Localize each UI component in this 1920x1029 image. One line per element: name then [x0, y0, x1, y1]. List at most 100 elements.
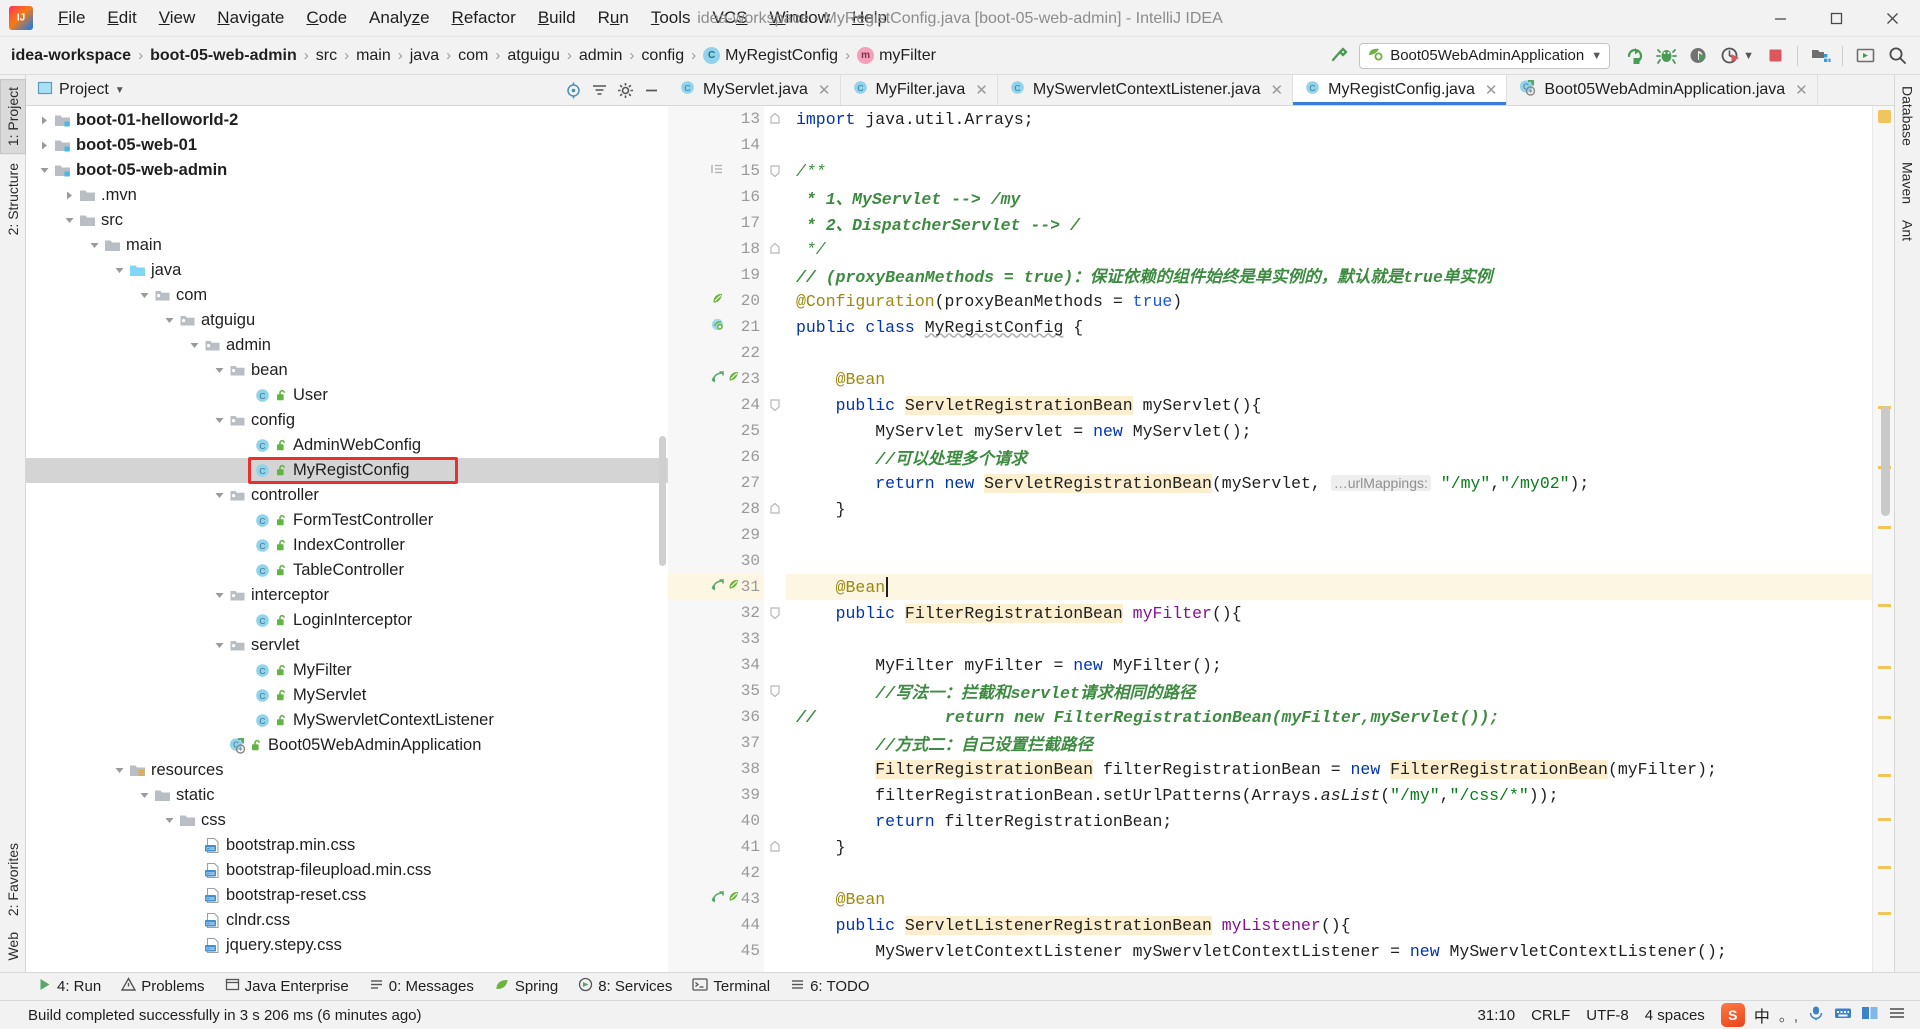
- chevron-right-icon[interactable]: [36, 140, 52, 151]
- stop-icon[interactable]: [1760, 41, 1790, 71]
- minimize-button[interactable]: [1752, 0, 1808, 37]
- bottom-tool-window-strip[interactable]: 4: RunProblemsJava Enterprise0: Messages…: [0, 972, 1920, 1000]
- tree-node-mvn[interactable]: .mvn: [26, 183, 668, 208]
- updates-icon[interactable]: [1850, 41, 1880, 71]
- tree-node-adminwebconfig[interactable]: CAdminWebConfig: [26, 433, 668, 458]
- editor-tab-myswervletcontextlistener[interactable]: CMySwervletContextListener.java✕: [998, 75, 1293, 105]
- line-number[interactable]: 35: [668, 678, 764, 704]
- menu-run[interactable]: Run: [587, 4, 640, 32]
- line-number[interactable]: 23: [668, 366, 764, 392]
- tool-window-messages[interactable]: 0: Messages: [360, 975, 483, 998]
- sidebar-item-ant[interactable]: Ant: [1896, 213, 1920, 248]
- code-line[interactable]: MyFilter myFilter = new MyFilter();: [786, 652, 1872, 678]
- tree-node-boot-05-web-01[interactable]: boot-05-web-01: [26, 133, 668, 158]
- code-line[interactable]: [786, 132, 1872, 158]
- tree-node-java[interactable]: java: [26, 258, 668, 283]
- sidebar-item-web[interactable]: Web: [1, 925, 25, 968]
- error-stripe-mark[interactable]: [1878, 912, 1891, 915]
- implemented-method-gutter-icon[interactable]: [710, 889, 725, 909]
- line-number[interactable]: 15: [668, 158, 764, 184]
- breadcrumb-item-2[interactable]: src: [316, 47, 337, 65]
- line-number[interactable]: 42: [668, 860, 764, 886]
- menu-navigate[interactable]: Navigate: [206, 4, 295, 32]
- editor-tab-bar[interactable]: CMyServlet.java✕CMyFilter.java✕CMySwervl…: [668, 75, 1894, 106]
- error-stripe-markers[interactable]: [1872, 106, 1894, 972]
- tree-node-boot-05-web-admin[interactable]: boot-05-web-admin: [26, 158, 668, 183]
- sidebar-item-project[interactable]: 1: Project: [0, 79, 26, 154]
- line-number[interactable]: 13: [668, 106, 764, 132]
- code-line[interactable]: [786, 548, 1872, 574]
- ime-punctuation-icon[interactable]: 。,: [1779, 1005, 1798, 1026]
- code-line[interactable]: @Bean: [786, 886, 1872, 912]
- tree-node-jquery-stepy-css[interactable]: cssjquery.stepy.css: [26, 933, 668, 958]
- code-line[interactable]: return filterRegistrationBean;: [786, 808, 1872, 834]
- tree-node-bootstrap-reset-css[interactable]: cssbootstrap-reset.css: [26, 883, 668, 908]
- breadcrumb-item-1[interactable]: boot-05-web-admin: [150, 47, 297, 65]
- error-stripe-mark[interactable]: [1878, 716, 1891, 719]
- line-number[interactable]: 36: [668, 704, 764, 730]
- spring-bean-gutter-icon[interactable]: [726, 369, 741, 389]
- chevron-down-icon[interactable]: [186, 340, 202, 351]
- chevron-down-icon[interactable]: ▼: [115, 85, 125, 96]
- code-line[interactable]: public FilterRegistrationBean myFilter()…: [786, 600, 1872, 626]
- menu-help[interactable]: Help: [841, 4, 898, 32]
- editor-scrollbar-thumb[interactable]: [1881, 406, 1890, 516]
- ime-keyboard-icon[interactable]: [1834, 1005, 1852, 1025]
- code-line[interactable]: @Bean: [786, 366, 1872, 392]
- locate-icon[interactable]: [562, 79, 584, 101]
- search-everywhere-icon[interactable]: [1882, 41, 1912, 71]
- code-line[interactable]: // return new FilterRegistrationBean(myF…: [786, 704, 1872, 730]
- chevron-down-icon[interactable]: [86, 240, 102, 251]
- implemented-method-gutter-icon[interactable]: [710, 369, 725, 389]
- line-number[interactable]: 41: [668, 834, 764, 860]
- sogou-ime-logo-icon[interactable]: S: [1721, 1003, 1745, 1027]
- maximize-button[interactable]: [1808, 0, 1864, 37]
- close-icon[interactable]: ✕: [1271, 81, 1284, 99]
- ime-menu-icon[interactable]: [1888, 1005, 1906, 1025]
- line-number[interactable]: 17: [668, 210, 764, 236]
- breadcrumb-item-4[interactable]: java: [410, 47, 439, 65]
- caret-position[interactable]: 31:10: [1478, 1007, 1516, 1024]
- spring-bean-gutter-icon[interactable]: [726, 577, 741, 597]
- chevron-down-icon[interactable]: ▼: [1591, 50, 1602, 62]
- chevron-down-icon[interactable]: [161, 815, 177, 826]
- code-line[interactable]: * 1、MyServlet --> /my: [786, 184, 1872, 210]
- code-line[interactable]: */: [786, 236, 1872, 262]
- fold-marker[interactable]: [764, 236, 786, 262]
- tree-node-bean[interactable]: bean: [26, 358, 668, 383]
- breadcrumb-item-5[interactable]: com: [458, 47, 488, 65]
- code-line[interactable]: filterRegistrationBean.setUrlPatterns(Ar…: [786, 782, 1872, 808]
- editor-tab-myfilter[interactable]: CMyFilter.java✕: [841, 75, 998, 105]
- line-number[interactable]: 21: [668, 314, 764, 340]
- line-number[interactable]: 32: [668, 600, 764, 626]
- run-configuration-selector[interactable]: Boot05WebAdminApplication ▼: [1359, 43, 1610, 69]
- code-line[interactable]: MyServlet myServlet = new MyServlet();: [786, 418, 1872, 444]
- error-stripe-mark[interactable]: [1878, 866, 1891, 869]
- tree-node-logininterceptor[interactable]: CLoginInterceptor: [26, 608, 668, 633]
- code-line[interactable]: * 2、DispatcherServlet --> /: [786, 210, 1872, 236]
- file-encoding[interactable]: UTF-8: [1586, 1007, 1629, 1024]
- menu-tools[interactable]: Tools: [640, 4, 702, 32]
- tree-node-com[interactable]: com: [26, 283, 668, 308]
- line-number[interactable]: 34: [668, 652, 764, 678]
- line-number[interactable]: 30: [668, 548, 764, 574]
- line-number[interactable]: 45: [668, 938, 764, 964]
- code-line[interactable]: [786, 626, 1872, 652]
- chevron-down-icon[interactable]: [211, 640, 227, 651]
- tree-node-tablecontroller[interactable]: CTableController: [26, 558, 668, 583]
- tree-node-bootstrap-min-css[interactable]: cssbootstrap.min.css: [26, 833, 668, 858]
- tool-window-terminal[interactable]: Terminal: [683, 975, 779, 998]
- tree-node-indexcontroller[interactable]: CIndexController: [26, 533, 668, 558]
- tool-window-java-enterprise[interactable]: Java Enterprise: [216, 975, 358, 998]
- chevron-down-icon[interactable]: [211, 415, 227, 426]
- tree-node-servlet[interactable]: servlet: [26, 633, 668, 658]
- line-number[interactable]: 37: [668, 730, 764, 756]
- tree-node-resources[interactable]: resources: [26, 758, 668, 783]
- line-number[interactable]: 26: [668, 444, 764, 470]
- code-line[interactable]: /**: [786, 158, 1872, 184]
- sidebar-item-database[interactable]: Database: [1896, 79, 1920, 153]
- code-line[interactable]: // (proxyBeanMethods = true)：保证依赖的组件始终是单…: [786, 262, 1872, 288]
- breadcrumb-item-3[interactable]: main: [356, 47, 391, 65]
- spring-bean-gutter-icon[interactable]: [710, 291, 725, 311]
- error-stripe-mark[interactable]: [1878, 666, 1891, 669]
